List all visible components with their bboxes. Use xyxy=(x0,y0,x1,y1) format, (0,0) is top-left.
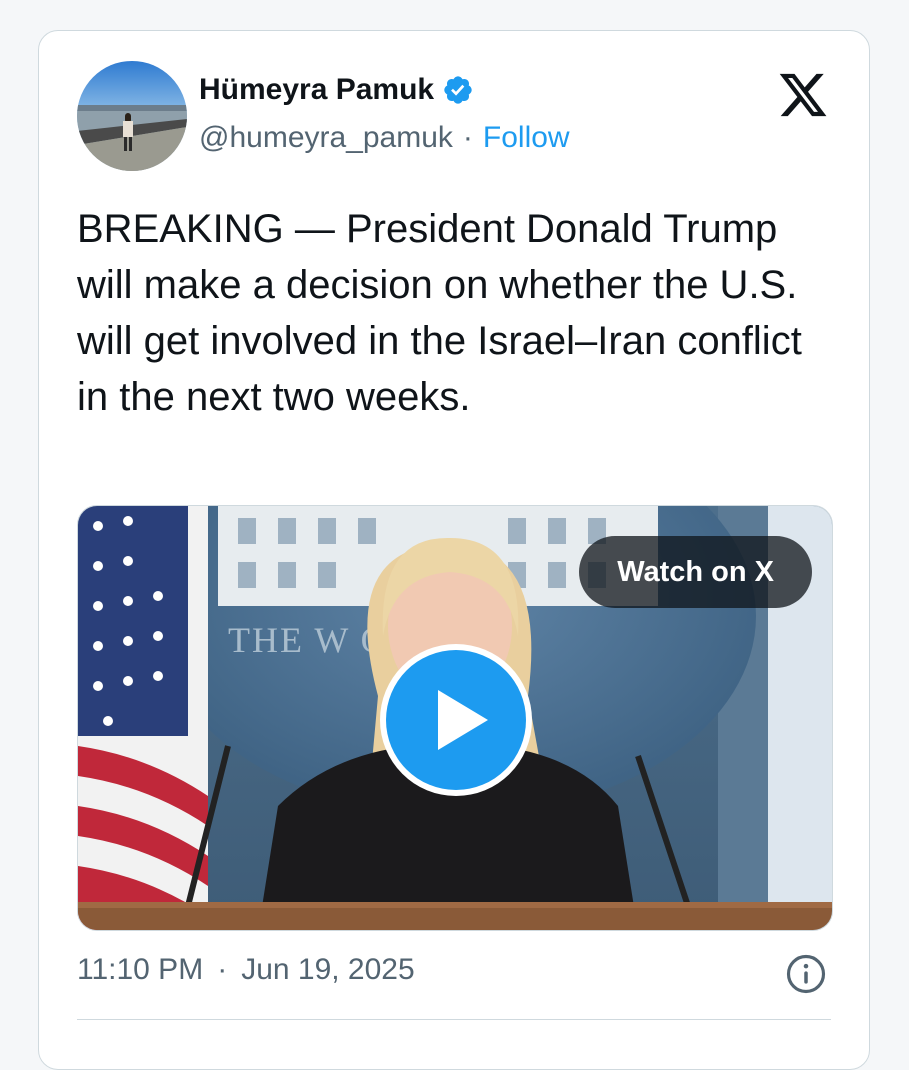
post-text: BREAKING — President Donald Trump will m… xyxy=(77,207,802,419)
post-time[interactable]: 11:10 PM xyxy=(77,953,203,987)
watch-on-x-button[interactable]: Watch on X xyxy=(579,536,812,608)
post-meta: 11:10 PM · Jun 19, 2025 xyxy=(77,953,415,987)
avatar[interactable] xyxy=(77,61,187,171)
author-name-label[interactable]: Hümeyra Pamuk xyxy=(199,73,434,107)
verified-badge-icon xyxy=(442,74,474,106)
post-date[interactable]: Jun 19, 2025 xyxy=(241,953,414,987)
us-flag xyxy=(78,506,208,930)
video-media[interactable]: THE W OUSE Watch on X xyxy=(77,505,833,931)
handle-row: @humeyra_pamuk · Follow xyxy=(199,121,570,155)
info-icon[interactable] xyxy=(785,953,827,995)
x-logo-icon[interactable] xyxy=(777,69,829,121)
divider xyxy=(77,1019,831,1020)
separator-dot: · xyxy=(462,121,473,154)
follow-button[interactable]: Follow xyxy=(483,121,570,155)
author-handle[interactable]: @humeyra_pamuk xyxy=(199,121,453,155)
meta-separator: · xyxy=(217,953,228,986)
play-icon[interactable] xyxy=(376,640,536,800)
author-name[interactable]: Hümeyra Pamuk xyxy=(199,73,474,107)
embedded-post-card: Hümeyra Pamuk @humeyra_pamuk · Follow BR… xyxy=(38,30,870,1070)
